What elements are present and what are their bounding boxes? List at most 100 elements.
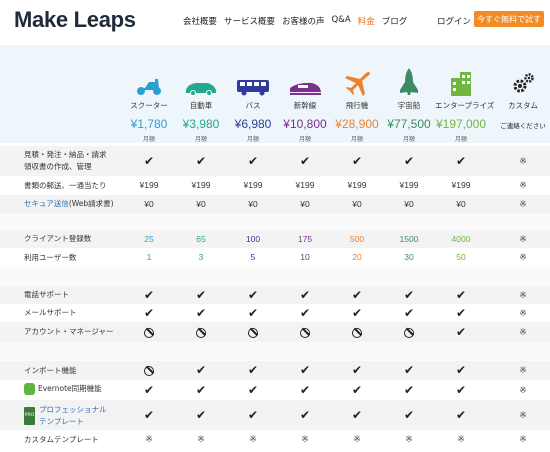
check-icon: ✔: [403, 306, 415, 320]
cell-included: ✔: [227, 380, 279, 400]
check-icon: ✔: [351, 383, 363, 397]
check-icon: ✔: [299, 408, 311, 422]
cell-contact: ※: [227, 430, 279, 449]
cell-value: ¥0: [144, 199, 154, 209]
check-icon: ✔: [299, 383, 311, 397]
cell-value: 10: [300, 252, 310, 262]
bus-icon: [227, 70, 279, 96]
cell-contact: ※: [497, 286, 549, 304]
plan-period: 月額: [402, 136, 415, 143]
table-row: Evernote同期機能 ✔ ✔ ✔ ✔ ✔ ✔ ✔ ※: [0, 380, 550, 400]
cell-included: ✔: [279, 361, 331, 380]
note-mark-icon: ※: [519, 410, 527, 420]
cell-value: ¥0: [404, 199, 414, 209]
check-icon: ✔: [195, 383, 207, 397]
cell-included: ✔: [227, 286, 279, 304]
cell-included: ✔: [175, 304, 227, 322]
cell-included: ✔: [435, 286, 487, 304]
plan-name: 自動車: [189, 101, 213, 110]
cell-included: ✔: [175, 146, 227, 176]
note-mark-icon: ※: [519, 385, 527, 395]
plan-period: 月額: [246, 136, 259, 143]
plan-column-5: 宇宙船 ¥77,500 月額: [383, 68, 435, 143]
nav-service[interactable]: サービス概要: [224, 15, 275, 27]
row-label: カスタムテンプレート: [24, 434, 99, 444]
cell-included: ✔: [123, 146, 175, 176]
cell-included: ✔: [435, 322, 487, 342]
row-label: PRO プロフェッショナル テンプレート: [24, 404, 107, 428]
table-row: 電話サポート ✔ ✔ ✔ ✔ ✔ ✔ ✔ ※: [0, 286, 550, 304]
check-icon: ✔: [455, 383, 467, 397]
main-nav: 会社概要 サービス概要 お客様の声 Q&A 料金 ブログ: [183, 15, 414, 27]
check-icon: ✔: [455, 325, 467, 339]
cell-included: ✔: [331, 361, 383, 380]
cell-not-available: [279, 322, 331, 342]
nav-customers[interactable]: お客様の声: [282, 15, 325, 27]
cell-contact: ※: [497, 322, 549, 342]
plan-period: 月額: [298, 136, 311, 143]
airplane-icon: [331, 70, 383, 96]
check-icon: ✔: [455, 363, 467, 377]
check-icon: ✔: [351, 154, 363, 168]
cell-included: ✔: [383, 146, 435, 176]
plan-name: バス: [245, 101, 261, 110]
secure-send-link[interactable]: セキュア送信: [24, 199, 69, 208]
note-mark-icon: ※: [519, 365, 527, 375]
nav-blog[interactable]: ブログ: [382, 15, 408, 27]
note-mark-icon: ※: [519, 199, 527, 209]
cell-contact: ※: [497, 176, 549, 195]
section-spacer: [0, 267, 550, 286]
row-label: Evernote同期機能: [24, 383, 102, 395]
not-available-icon: [352, 327, 362, 338]
plan-column-3: 新幹線 ¥10,800 月額: [279, 70, 331, 143]
plan-price: ¥28,900: [335, 117, 379, 131]
free-trial-button[interactable]: 今すぐ無料で試す: [474, 11, 544, 27]
row-label: 利用ユーザー数: [24, 252, 77, 262]
check-icon: ✔: [403, 154, 415, 168]
not-available-icon: [196, 327, 206, 338]
check-icon: ✔: [143, 306, 155, 320]
check-icon: ✔: [143, 383, 155, 397]
row-label: 見積・発注・納品・請求 領収書の作成、管理: [24, 150, 107, 171]
cell-included: ✔: [383, 380, 435, 400]
note-mark-icon: ※: [519, 234, 527, 244]
cell-contact: ※: [497, 146, 549, 176]
note-mark-icon: ※: [519, 156, 527, 166]
cell-included: ✔: [123, 400, 175, 430]
cell-included: ✔: [435, 400, 487, 430]
cell-included: ✔: [279, 380, 331, 400]
plan-column-0: スクーター ¥1,780 月額: [123, 70, 175, 143]
cell-value: 5: [250, 252, 256, 262]
cell-contact: ※: [497, 195, 549, 213]
cell-value: 25: [144, 234, 154, 244]
pro-template-link[interactable]: プロフェッショナル テンプレート: [39, 404, 107, 428]
check-icon: ✔: [247, 383, 259, 397]
note-mark-icon: ※: [405, 434, 413, 444]
gears-icon: [497, 70, 549, 96]
note-mark-icon: ※: [457, 434, 465, 444]
check-icon: ✔: [247, 363, 259, 377]
nav-qa[interactable]: Q&A: [332, 15, 351, 27]
plan-column-2: バス ¥6,980 月額: [227, 70, 279, 143]
check-icon: ✔: [299, 306, 311, 320]
not-available-icon: [300, 327, 310, 338]
cell-value: ¥0: [352, 199, 362, 209]
table-row: クライアント登録数 25 65 100 175 500 1500 4000 ※: [0, 230, 550, 248]
cell-included: ✔: [331, 380, 383, 400]
cell-contact: ※: [279, 430, 331, 449]
check-icon: ✔: [403, 363, 415, 377]
login-link[interactable]: ログイン: [437, 15, 471, 27]
plan-price: ¥10,800: [283, 117, 327, 131]
plan-column-6: エンタープライズ ¥197,000 月額: [435, 70, 494, 143]
cell-included: ✔: [435, 304, 487, 322]
nav-pricing[interactable]: 料金: [358, 15, 375, 27]
plan-period: 月額: [142, 136, 155, 143]
table-row: アカウント・マネージャー ✔ ※: [0, 322, 550, 342]
cell-value: ¥199: [451, 180, 471, 190]
note-mark-icon: ※: [519, 434, 527, 444]
section-spacer: [0, 213, 550, 230]
table-row: 書類の郵送、一通当たり ¥199 ¥199 ¥199 ¥199 ¥199 ¥199 ¥199 ※: [0, 176, 550, 195]
logo[interactable]: Make Leaps: [14, 7, 136, 33]
cell-not-available: [383, 322, 435, 342]
nav-company[interactable]: 会社概要: [183, 15, 217, 27]
